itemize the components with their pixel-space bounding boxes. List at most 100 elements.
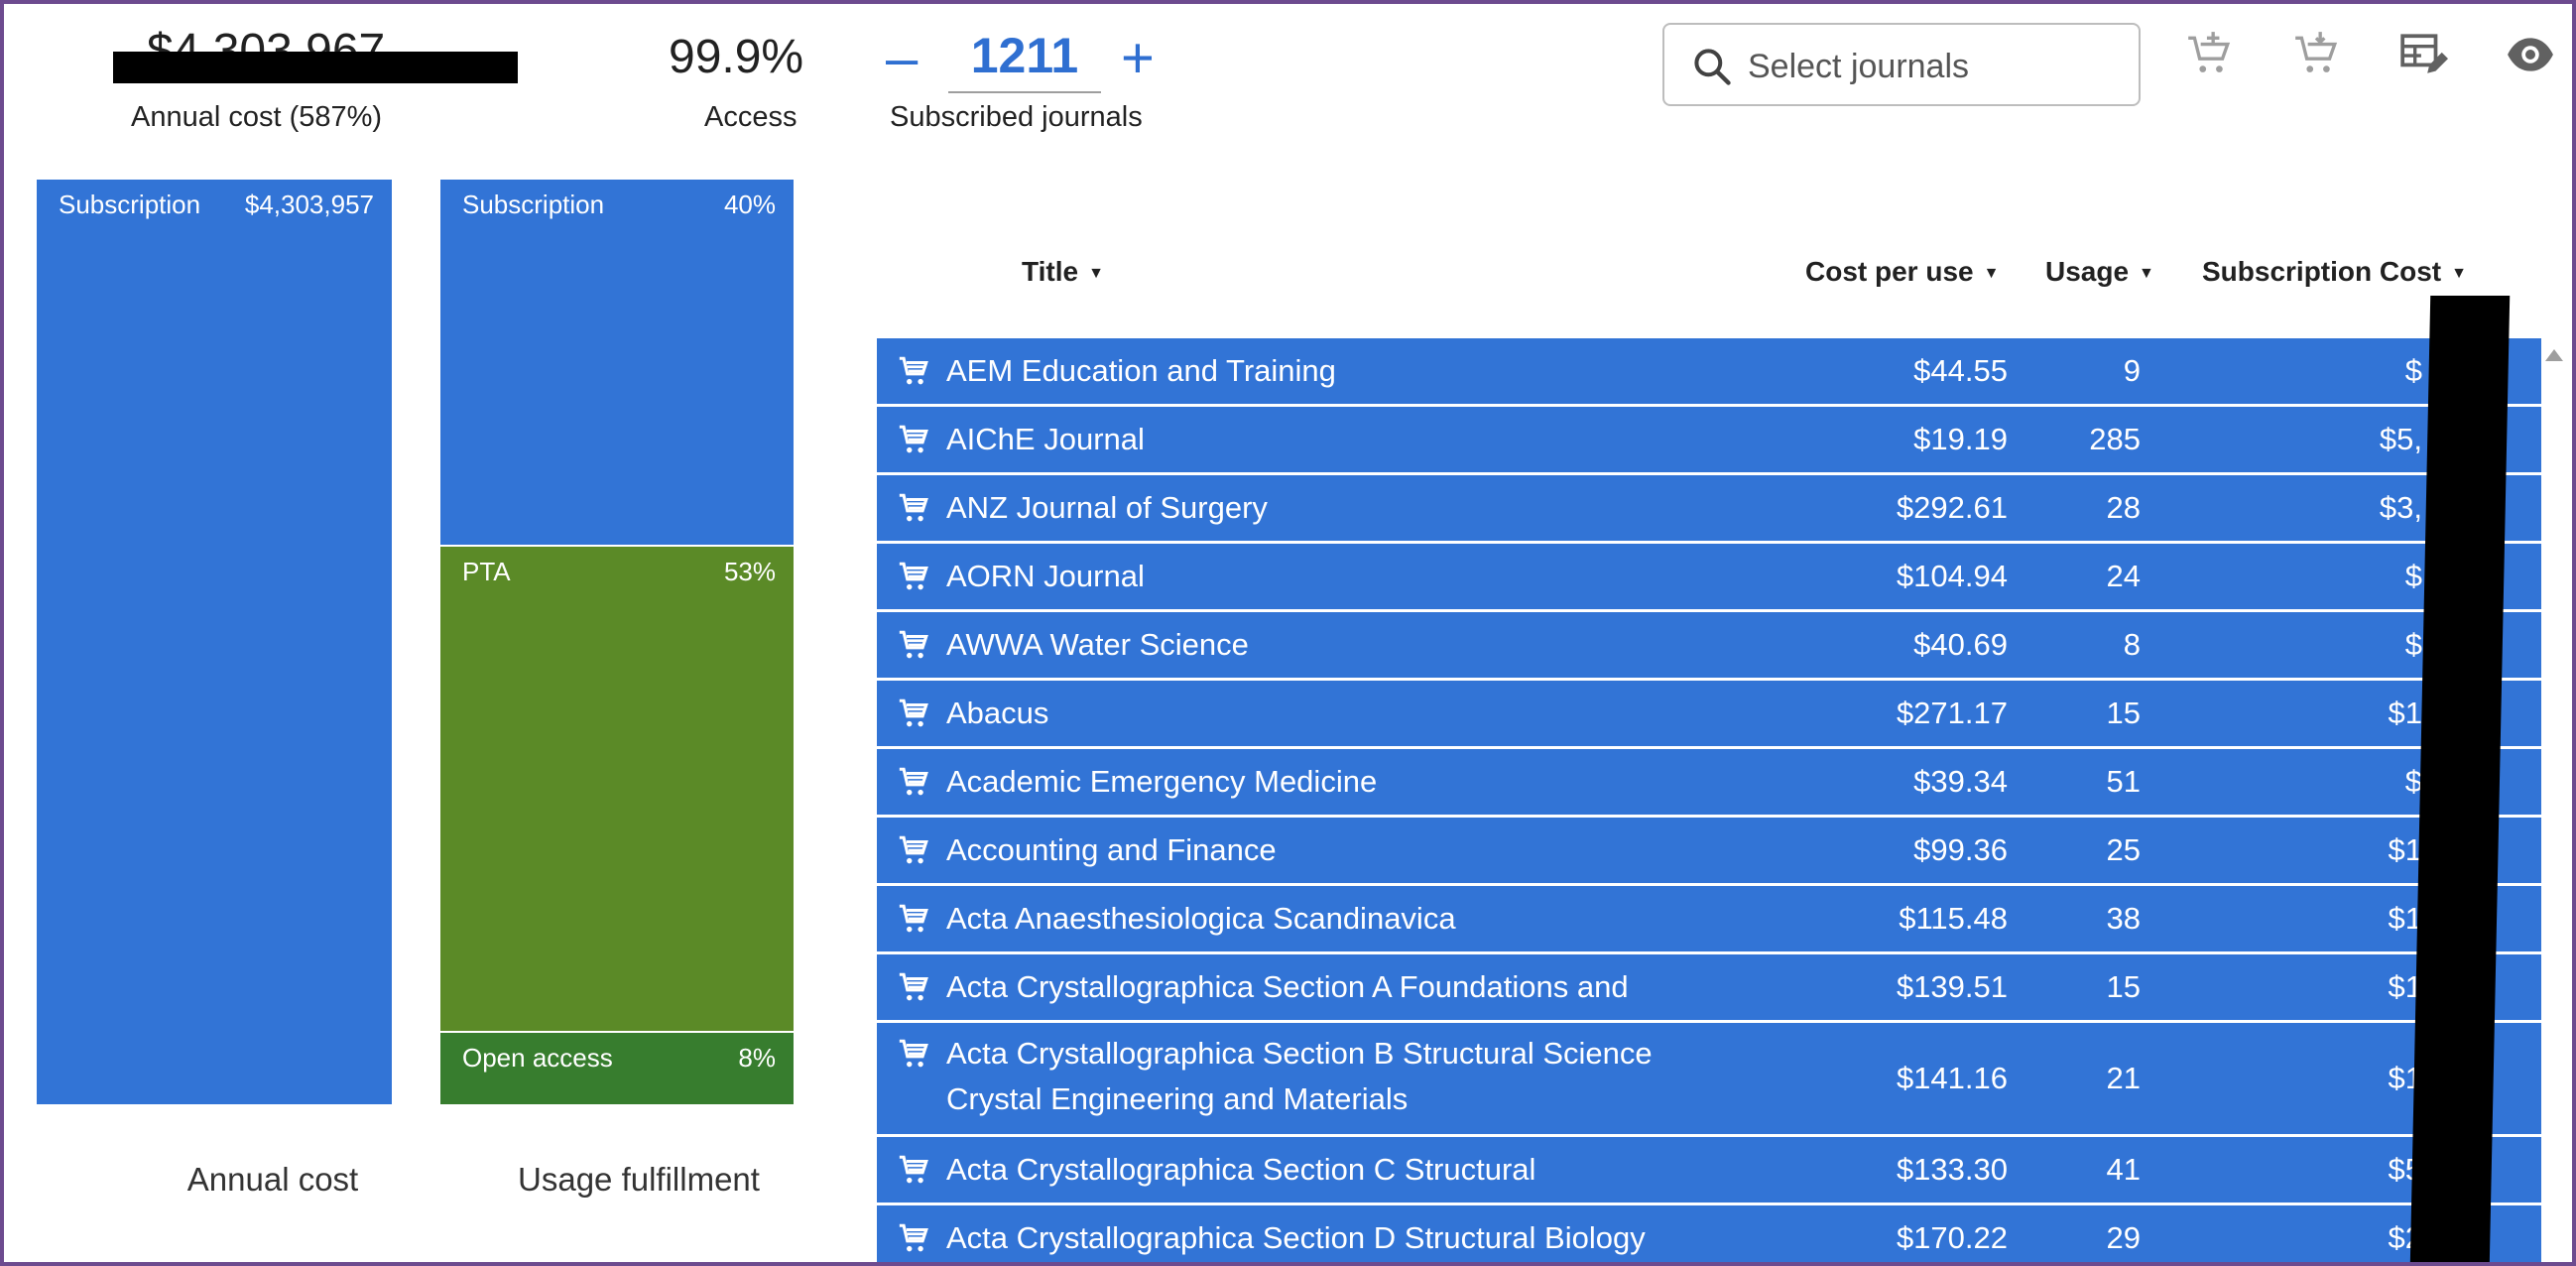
table-row[interactable]: AWWA Water Science $40.69 8 $ <box>877 612 2541 681</box>
cart-icon[interactable] <box>897 1153 930 1192</box>
table-row[interactable]: Acta Crystallographica Section B Structu… <box>877 1023 2541 1137</box>
usage-cell: 51 <box>2106 764 2141 799</box>
segment-label: Open access <box>462 1043 613 1073</box>
cart-icon[interactable] <box>897 560 930 598</box>
decrease-journals-button[interactable]: – <box>886 30 918 87</box>
cost-per-use-cell: $292.61 <box>1896 490 2008 525</box>
segment-label: Subscription <box>59 190 201 219</box>
cart-remove-icon[interactable] <box>2291 30 2341 79</box>
journal-title: Acta Crystallographica Section B Structu… <box>946 1036 1653 1116</box>
cart-icon[interactable] <box>897 1221 930 1260</box>
usage-cell: 41 <box>2106 1152 2141 1187</box>
redaction-bar <box>113 52 518 83</box>
journal-title: Acta Anaesthesiologica Scandinavica <box>946 901 1456 936</box>
column-header-title[interactable]: Title ▼ <box>1022 256 1104 288</box>
usage-open-access-segment: Open access 8% <box>440 1033 794 1104</box>
cost-per-use-cell: $133.30 <box>1896 1152 2008 1187</box>
usage-cell: 15 <box>2106 696 2141 730</box>
eye-icon[interactable] <box>2506 30 2555 79</box>
table-row[interactable]: ANZ Journal of Surgery $292.61 28 $3, <box>877 475 2541 544</box>
sort-icon: ▼ <box>1088 264 1104 282</box>
cost-per-use-cell: $139.51 <box>1896 969 2008 1004</box>
cart-icon[interactable] <box>897 354 930 393</box>
journal-table: AEM Education and Training $44.55 9 $ AIChE … <box>877 338 2541 1266</box>
usage-cell: 28 <box>2106 490 2141 525</box>
segment-pct: 40% <box>723 190 776 219</box>
journal-search-box[interactable] <box>1662 23 2141 106</box>
cart-icon[interactable] <box>897 833 930 872</box>
subscribed-journals-label: Subscribed journals <box>890 101 1143 133</box>
journal-title: AORN Journal <box>946 559 1145 593</box>
sort-icon: ▼ <box>2451 264 2467 282</box>
cart-add-icon[interactable] <box>2184 30 2234 79</box>
subscribed-journals-input[interactable] <box>948 20 1101 93</box>
journal-title: Acta Crystallographica Section D Structu… <box>946 1220 1646 1255</box>
annual-cost-label: Annual cost (587%) <box>131 101 383 133</box>
table-row[interactable]: AIChE Journal $19.19 285 $5, <box>877 407 2541 475</box>
segment-label: PTA <box>462 557 511 586</box>
cost-per-use-cell: $141.16 <box>1896 1061 2008 1095</box>
access-value: 99.9% <box>669 31 804 83</box>
sort-icon: ▼ <box>2139 264 2154 282</box>
table-row[interactable]: Acta Crystallographica Section C Structu… <box>877 1137 2541 1232</box>
annual-cost-chart: Subscription $4,303,957 <box>37 180 392 1104</box>
search-icon <box>1694 49 1731 85</box>
journal-title: AEM Education and Training <box>946 353 1336 388</box>
journal-title: ANZ Journal of Surgery <box>946 490 1268 525</box>
segment-value: $4,303,957 <box>244 190 374 219</box>
usage-cell: 38 <box>2106 901 2141 936</box>
cart-icon[interactable] <box>897 1037 930 1076</box>
subscription-cost-cell: $ <box>2404 353 2422 388</box>
subscription-cost-cell: $3, <box>2379 490 2422 525</box>
annual-cost-caption: Annual cost <box>186 1161 359 1198</box>
usage-cell: 285 <box>2089 422 2141 456</box>
cart-icon[interactable] <box>897 696 930 735</box>
subscription-cost-cell: $ <box>2404 559 2422 593</box>
cart-icon[interactable] <box>897 423 930 461</box>
subscription-cost-cell: $1 <box>2388 832 2422 867</box>
segment-pct: 8% <box>738 1043 776 1073</box>
journal-title: Academic Emergency Medicine <box>946 764 1378 799</box>
cost-per-use-cell: $99.36 <box>1913 832 2008 867</box>
cost-per-use-cell: $40.69 <box>1913 627 2008 662</box>
increase-journals-button[interactable]: + <box>1121 30 1155 87</box>
cost-per-use-cell: $271.17 <box>1896 696 2008 730</box>
cost-per-use-cell: $19.19 <box>1913 422 2008 456</box>
cart-icon[interactable] <box>897 765 930 804</box>
column-header-usage[interactable]: Usage ▼ <box>2045 256 2154 288</box>
cost-per-use-cell: $104.94 <box>1896 559 2008 593</box>
table-row[interactable]: Accounting and Finance $99.36 25 $1 <box>877 818 2541 886</box>
cart-icon[interactable] <box>897 628 930 667</box>
cart-icon[interactable] <box>897 970 930 1009</box>
usage-cell: 29 <box>2106 1220 2141 1255</box>
segment-pct: 53% <box>723 557 776 586</box>
segment-label: Subscription <box>462 190 605 219</box>
journal-title: Accounting and Finance <box>946 832 1277 867</box>
table-row[interactable]: Acta Crystallographica Section D Structu… <box>877 1205 2541 1266</box>
table-edit-icon[interactable] <box>2398 30 2448 79</box>
access-label: Access <box>704 101 797 133</box>
table-row[interactable]: Abacus $271.17 15 $1 <box>877 681 2541 749</box>
column-header-subscription-cost[interactable]: Subscription Cost ▼ <box>2202 256 2467 288</box>
usage-cell: 15 <box>2106 969 2141 1004</box>
usage-subscription-segment: Subscription 40% <box>440 180 794 545</box>
cart-icon[interactable] <box>897 902 930 941</box>
table-row[interactable]: Academic Emergency Medicine $39.34 51 $ <box>877 749 2541 818</box>
subscription-cost-cell: $1 <box>2388 696 2422 730</box>
table-row[interactable]: Acta Anaesthesiologica Scandinavica $115.… <box>877 886 2541 954</box>
scroll-up-arrow[interactable] <box>2545 349 2563 361</box>
usage-fulfillment-chart: Subscription 40% PTA 53% Open access 8% <box>440 180 794 1104</box>
usage-cell: 9 <box>2123 353 2141 388</box>
table-row[interactable]: AORN Journal $104.94 24 $ <box>877 544 2541 612</box>
usage-cell: 24 <box>2106 559 2141 593</box>
search-input[interactable] <box>1746 39 2127 94</box>
annual-cost-subscription-segment: Subscription $4,303,957 <box>37 180 392 1104</box>
column-header-cost-per-use[interactable]: Cost per use ▼ <box>1805 256 1999 288</box>
table-row[interactable]: Acta Crystallographica Section A Foundat… <box>877 954 2541 1050</box>
cost-per-use-cell: $115.48 <box>1899 901 2008 936</box>
cart-icon[interactable] <box>897 491 930 530</box>
usage-cell: 21 <box>2106 1061 2141 1095</box>
usage-fulfillment-caption: Usage fulfillment <box>518 1161 760 1198</box>
usage-cell: 25 <box>2106 832 2141 867</box>
table-row[interactable]: AEM Education and Training $44.55 9 $ <box>877 338 2541 407</box>
